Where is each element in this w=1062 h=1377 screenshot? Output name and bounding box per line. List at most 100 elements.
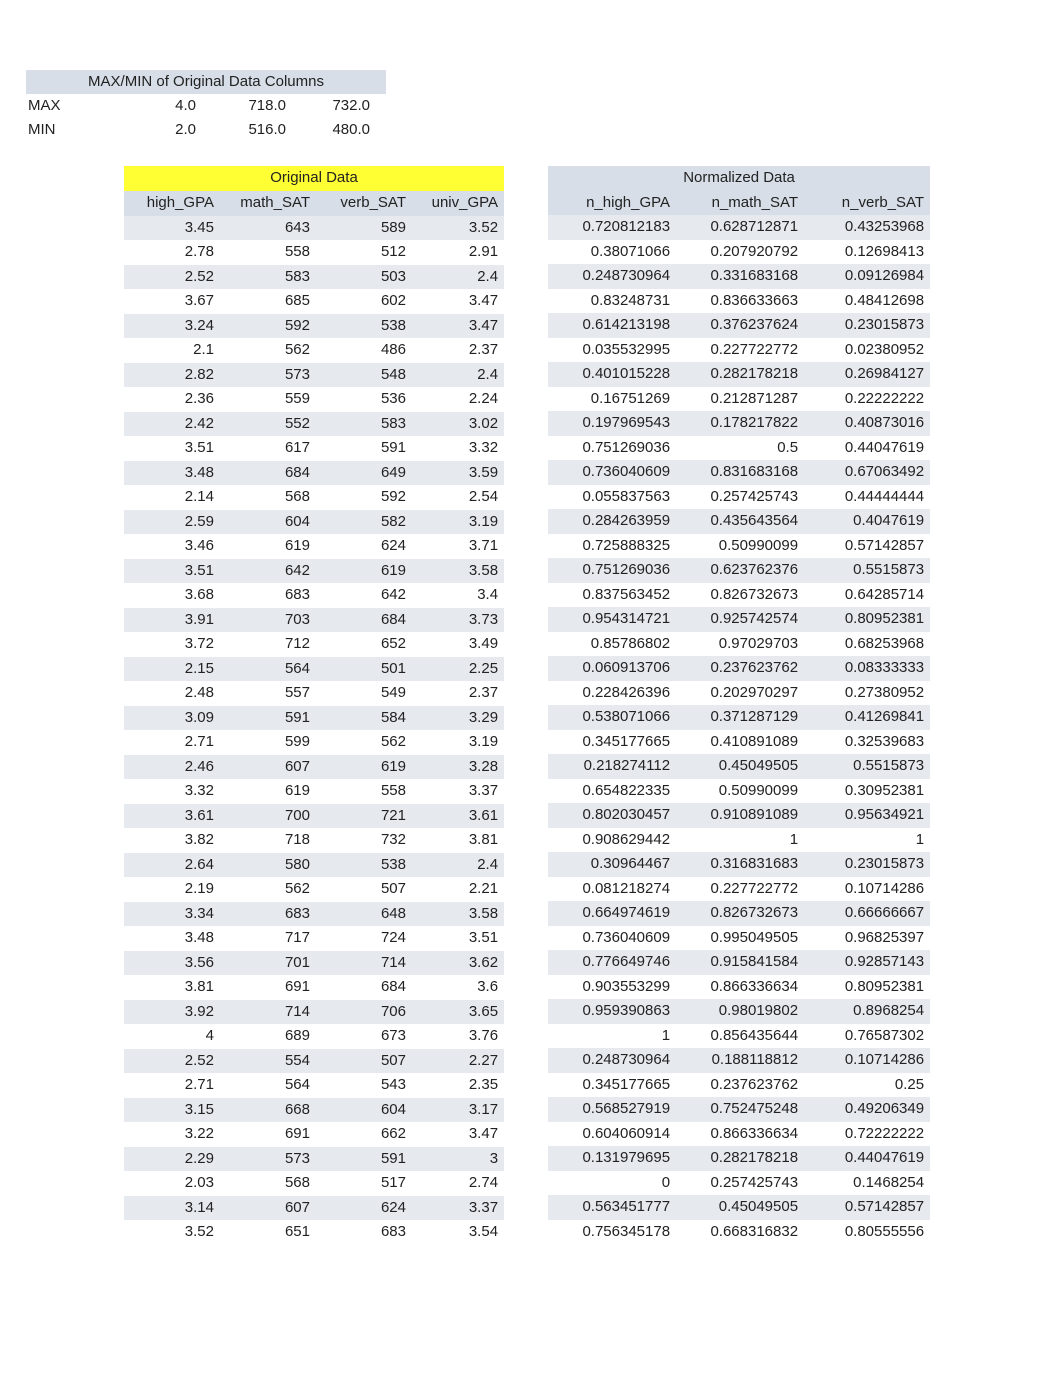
cell: 3.15 [124, 1098, 220, 1123]
cell: 0.212871287 [676, 387, 804, 412]
cell: 3.58 [412, 559, 504, 584]
cell: 1 [676, 828, 804, 853]
table-row: 0.7360406090.9950495050.96825397 [548, 926, 930, 951]
cell: 3.02 [412, 412, 504, 437]
table-row: 3.156686043.17 [124, 1098, 504, 1123]
cell: 3.34 [124, 902, 220, 927]
cell: 599 [220, 730, 316, 755]
cell: 0.45049505 [676, 1195, 804, 1220]
table-row: 0.7512690360.6237623760.5515873 [548, 558, 930, 583]
cell: 0.26984127 [804, 362, 930, 387]
cell: 0.5515873 [804, 754, 930, 779]
cell: 0.081218274 [548, 877, 676, 902]
cell: 619 [220, 534, 316, 559]
cell: 0.376237624 [676, 313, 804, 338]
cell: 0.43253968 [804, 215, 930, 240]
cell: 2.19 [124, 877, 220, 902]
cell: 0.09126984 [804, 264, 930, 289]
cell: 486 [316, 338, 412, 363]
cell: 668 [220, 1098, 316, 1123]
cell: 0.83248731 [548, 289, 676, 314]
tables-row: Original Data high_GPAmath_SATverb_SATun… [26, 166, 1062, 1245]
cell: 501 [316, 657, 412, 682]
cell: 0.10714286 [804, 877, 930, 902]
table-row: 0.7208121830.6287128710.43253968 [548, 215, 930, 240]
cell: 554 [220, 1049, 316, 1074]
cell: 3.37 [412, 1196, 504, 1221]
table-row: 2.035685172.74 [124, 1171, 504, 1196]
cell: 701 [220, 951, 316, 976]
cell: 0.40873016 [804, 411, 930, 436]
table-row: 0.167512690.2128712870.22222222 [548, 387, 930, 412]
table-row: 0.6040609140.8663366340.72222222 [548, 1122, 930, 1147]
cell: 642 [220, 559, 316, 584]
cell: 1 [804, 828, 930, 853]
cell: 642 [316, 583, 412, 608]
cell: 3.48 [124, 461, 220, 486]
cell: 517 [316, 1171, 412, 1196]
table-row: 3.727126523.49 [124, 632, 504, 657]
cell: 3.76 [412, 1024, 504, 1049]
cell: 0.371287129 [676, 705, 804, 730]
table-row: 2.715995623.19 [124, 730, 504, 755]
cell: 0.237623762 [676, 1073, 804, 1098]
table-row: 3.927147063.65 [124, 1000, 504, 1025]
cell: 2.74 [412, 1171, 504, 1196]
cell: 0.67063492 [804, 460, 930, 485]
cell: 0.831683168 [676, 460, 804, 485]
cell: 3.14 [124, 1196, 220, 1221]
table-row: 2.195625072.21 [124, 877, 504, 902]
cell: 0.57142857 [804, 1195, 930, 1220]
cell: 0.32539683 [804, 730, 930, 755]
cell: 0.92857143 [804, 950, 930, 975]
cell: 0.57142857 [804, 534, 930, 559]
cell: 0.664974619 [548, 901, 676, 926]
cell: 552 [220, 412, 316, 437]
cell: 0.12698413 [804, 240, 930, 265]
cell: 0.4047619 [804, 509, 930, 534]
cell: 0.060913706 [548, 656, 676, 681]
table-row: 0.3451776650.2376237620.25 [548, 1073, 930, 1098]
cell: 3.45 [124, 216, 220, 241]
cell: 0.76587302 [804, 1024, 930, 1049]
cell: 512 [316, 240, 412, 265]
cell: 0.736040609 [548, 460, 676, 485]
cell: 559 [220, 387, 316, 412]
table-row: 0.6548223350.509900990.30952381 [548, 779, 930, 804]
cell: 0.30952381 [804, 779, 930, 804]
cell: 3.54 [412, 1220, 504, 1245]
cell: 714 [220, 1000, 316, 1025]
cell: 3.62 [412, 951, 504, 976]
cell: 0.97029703 [676, 632, 804, 657]
summary-cell: 718.0 [196, 94, 286, 118]
summary-cell: 2.0 [96, 118, 196, 142]
cell: 0.614213198 [548, 313, 676, 338]
table-row: 0.7360406090.8316831680.67063492 [548, 460, 930, 485]
cell: 3.24 [124, 314, 220, 339]
cell: 538 [316, 853, 412, 878]
cell: 592 [220, 314, 316, 339]
original-data-table: Original Data high_GPAmath_SATverb_SATun… [124, 166, 504, 1245]
cell: 0.49206349 [804, 1097, 930, 1122]
cell: 3.71 [412, 534, 504, 559]
cell: 684 [316, 608, 412, 633]
cell: 0.80952381 [804, 975, 930, 1000]
cell: 0.66666667 [804, 901, 930, 926]
cell: 568 [220, 485, 316, 510]
cell: 2.03 [124, 1171, 220, 1196]
cell: 3.67 [124, 289, 220, 314]
summary-label: MIN [26, 118, 96, 142]
cell: 0.16751269 [548, 387, 676, 412]
cell: 507 [316, 1049, 412, 1074]
cell: 1 [548, 1024, 676, 1049]
cell: 3.81 [124, 975, 220, 1000]
cell: 3.19 [412, 510, 504, 535]
cell: 2.25 [412, 657, 504, 682]
table-row: 0.7563451780.6683168320.80555556 [548, 1220, 930, 1245]
cell: 2.35 [412, 1073, 504, 1098]
cell: 0.736040609 [548, 926, 676, 951]
table-row: 0.7766497460.9158415840.92857143 [548, 950, 930, 975]
cell: 0.207920792 [676, 240, 804, 265]
cell: 0.8968254 [804, 999, 930, 1024]
cell: 2.36 [124, 387, 220, 412]
